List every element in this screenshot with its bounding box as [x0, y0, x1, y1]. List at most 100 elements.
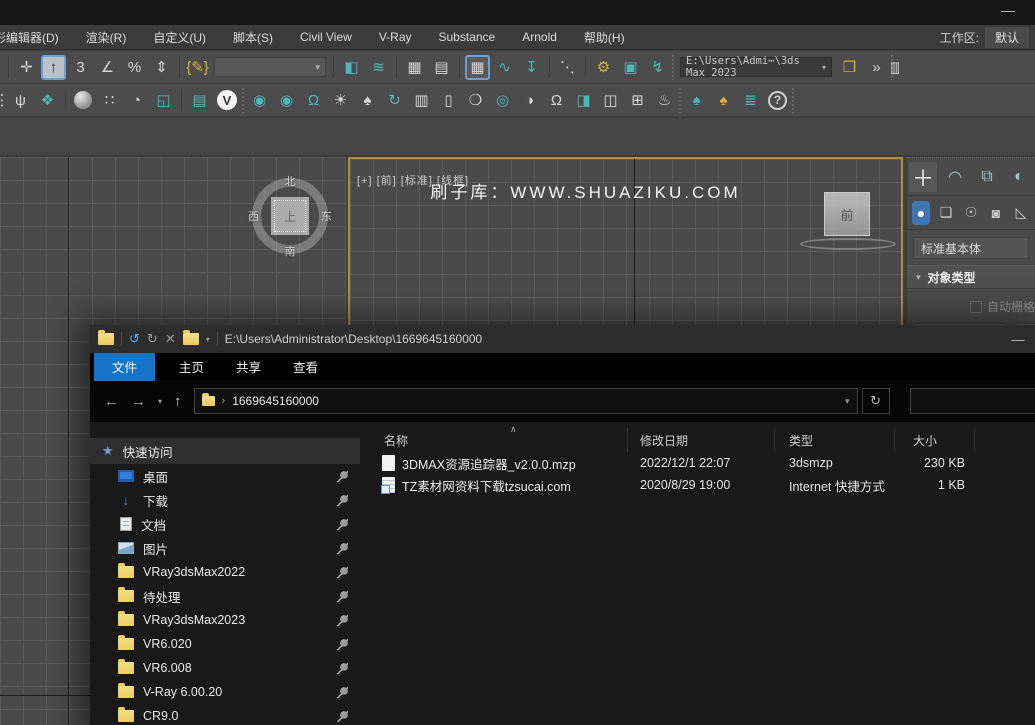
- sidebar-item-folder[interactable]: 待处理: [90, 584, 360, 608]
- menu-vray[interactable]: V-Ray: [379, 30, 412, 44]
- sidebar-item-downloads[interactable]: ↓ 下载: [90, 488, 360, 512]
- snaps-toggle-icon[interactable]: 3: [68, 55, 93, 80]
- percent-snap-icon[interactable]: %: [122, 55, 147, 80]
- sidebar-item-folder[interactable]: VR6.020: [90, 632, 360, 656]
- address-bar[interactable]: › 1669645160000 ▾: [194, 388, 858, 414]
- slate-editor-icon[interactable]: ◱: [151, 88, 176, 113]
- sidebar-item-documents[interactable]: 文档: [90, 512, 360, 536]
- tab-modify[interactable]: ◠: [941, 162, 969, 192]
- breadcrumb-folder[interactable]: 1669645160000: [232, 394, 319, 408]
- tab-share[interactable]: 共享: [220, 353, 277, 380]
- add-camera-icon[interactable]: ◉: [274, 88, 299, 113]
- viewcube-ring-icon[interactable]: [800, 238, 896, 250]
- address-chevron-down-icon[interactable]: ▾: [845, 396, 850, 407]
- pin-icon[interactable]: [337, 567, 348, 578]
- toggle-layer-explorer-icon[interactable]: ▤: [429, 55, 454, 80]
- grid-panel-icon[interactable]: ⊞: [625, 88, 650, 113]
- sun-light-icon[interactable]: ☀: [328, 88, 353, 113]
- notes-doc-icon[interactable]: ≣: [738, 88, 763, 113]
- explorer-minimize-button[interactable]: —: [995, 325, 1035, 353]
- render-production-icon[interactable]: ❒: [837, 55, 862, 80]
- layered-image-icon[interactable]: ◎: [490, 88, 515, 113]
- sidebar-item-folder[interactable]: VRay3dsMax2023: [90, 608, 360, 632]
- sidebar-item-folder[interactable]: VRay3dsMax2022: [90, 560, 360, 584]
- pin-icon[interactable]: [337, 615, 348, 626]
- column-header-date[interactable]: 修改日期: [628, 428, 775, 452]
- vray-fire-icon[interactable]: ❖: [35, 88, 60, 113]
- sidebar-item-desktop[interactable]: 桌面: [90, 464, 360, 488]
- toolbar-partial-icon[interactable]: ▥: [891, 55, 899, 80]
- bulb-b-icon[interactable]: Ω: [544, 88, 569, 113]
- category-shapes-button[interactable]: ❏: [937, 201, 955, 225]
- scatter-grass-icon[interactable]: ψ: [8, 88, 33, 113]
- file-row[interactable]: 3DMAX资源追踪器_v2.0.0.mzp 2022/12/1 22:07 3d…: [360, 452, 1035, 474]
- forward-icon[interactable]: →: [131, 393, 146, 410]
- angle-snap-icon[interactable]: ∠: [95, 55, 120, 80]
- render-frame-window-icon[interactable]: ↯: [645, 55, 670, 80]
- qat-folder-icon[interactable]: [183, 333, 199, 345]
- spinner-snap-icon[interactable]: ⇕: [149, 55, 174, 80]
- color-swatches-icon[interactable]: ∷: [97, 88, 122, 113]
- pin-icon[interactable]: [337, 495, 348, 506]
- workspace-selector[interactable]: 默认: [985, 27, 1029, 48]
- pin-icon[interactable]: [337, 519, 348, 530]
- forest-list-icon[interactable]: ▥: [409, 88, 434, 113]
- named-selection-sets-dropdown[interactable]: ▾: [214, 57, 326, 77]
- render-setup-icon[interactable]: ▣: [618, 55, 643, 80]
- explorer-titlebar[interactable]: ↺ ↻ ✕ ▾ E:\Users\Administrator\Desktop\1…: [90, 325, 1035, 353]
- category-helpers-button[interactable]: ◺: [1012, 201, 1030, 225]
- light-create-icon[interactable]: Ω: [301, 88, 326, 113]
- tab-file[interactable]: 文件: [94, 352, 155, 381]
- sidebar-item-pictures[interactable]: 图片: [90, 536, 360, 560]
- vray-logo-icon[interactable]: V: [217, 90, 237, 110]
- toolbar-drag-handle[interactable]: [791, 87, 796, 113]
- menu-arnold[interactable]: Arnold: [522, 30, 557, 44]
- curve-editor-icon[interactable]: ∿: [492, 55, 517, 80]
- forest-page-icon[interactable]: ▯: [436, 88, 461, 113]
- category-cameras-button[interactable]: ◙: [987, 201, 1005, 225]
- fire-ring-icon[interactable]: ❍: [463, 88, 488, 113]
- pin-icon[interactable]: [337, 687, 348, 698]
- panel-split-icon[interactable]: ◨: [571, 88, 596, 113]
- tree-object-icon[interactable]: ♠: [355, 88, 380, 113]
- viewcube-front-face[interactable]: 前: [824, 192, 870, 236]
- menu-help[interactable]: 帮助(H): [584, 29, 625, 46]
- tab-view[interactable]: 查看: [277, 353, 334, 380]
- toggle-scene-explorer-icon[interactable]: ▦: [402, 55, 427, 80]
- toolbar-partial-icon[interactable]: ⋮: [0, 88, 6, 113]
- help-icon[interactable]: ?: [768, 91, 787, 110]
- forest-pack-icon[interactable]: ♠: [684, 88, 709, 113]
- physical-camera-icon[interactable]: ◉: [247, 88, 272, 113]
- column-header-name[interactable]: 名称: [360, 428, 628, 452]
- back-icon[interactable]: ←: [104, 393, 119, 410]
- sidebar-item-folder[interactable]: V-Ray 6.00.20: [90, 680, 360, 704]
- tab-motion[interactable]: ◐: [1005, 162, 1033, 192]
- sidebar-item-folder[interactable]: CR9.0: [90, 704, 360, 725]
- tab-home[interactable]: 主页: [163, 353, 220, 380]
- edit-named-selection-sets-icon[interactable]: {✎}: [185, 55, 210, 80]
- play-panel-icon[interactable]: ◫: [598, 88, 623, 113]
- toolbar-overflow-icon[interactable]: »: [864, 55, 889, 80]
- menu-customize[interactable]: 自定义(U): [153, 29, 206, 46]
- toolbar-drag-handle[interactable]: [678, 87, 683, 113]
- menu-rendering[interactable]: 渲染(R): [86, 29, 127, 46]
- quick-access-header[interactable]: ★ 快速访问: [90, 438, 360, 464]
- pin-icon[interactable]: [337, 471, 348, 482]
- history-chevron-icon[interactable]: ▾: [158, 397, 162, 406]
- select-object-button[interactable]: ↑: [41, 55, 66, 80]
- column-header-size[interactable]: 大小: [895, 428, 975, 452]
- category-lights-button[interactable]: ☉: [962, 201, 980, 225]
- menu-civil-view[interactable]: Civil View: [300, 30, 352, 44]
- toggle-ribbon-button[interactable]: ▦: [465, 55, 490, 80]
- undo-icon[interactable]: ↺: [129, 331, 140, 347]
- search-input[interactable]: [910, 388, 1035, 414]
- asset-list-icon[interactable]: ▤: [187, 88, 212, 113]
- toolbar-drag-handle[interactable]: [671, 54, 676, 80]
- pin-icon[interactable]: [337, 663, 348, 674]
- sidebar-item-folder[interactable]: VR6.008: [90, 656, 360, 680]
- menu-graph-editors[interactable]: 形编辑器(D): [0, 29, 59, 46]
- pin-icon[interactable]: [337, 639, 348, 650]
- toolbar-drag-handle[interactable]: [241, 87, 246, 113]
- tab-create[interactable]: ＋: [909, 162, 937, 192]
- palette-b-icon[interactable]: ◑: [517, 88, 542, 113]
